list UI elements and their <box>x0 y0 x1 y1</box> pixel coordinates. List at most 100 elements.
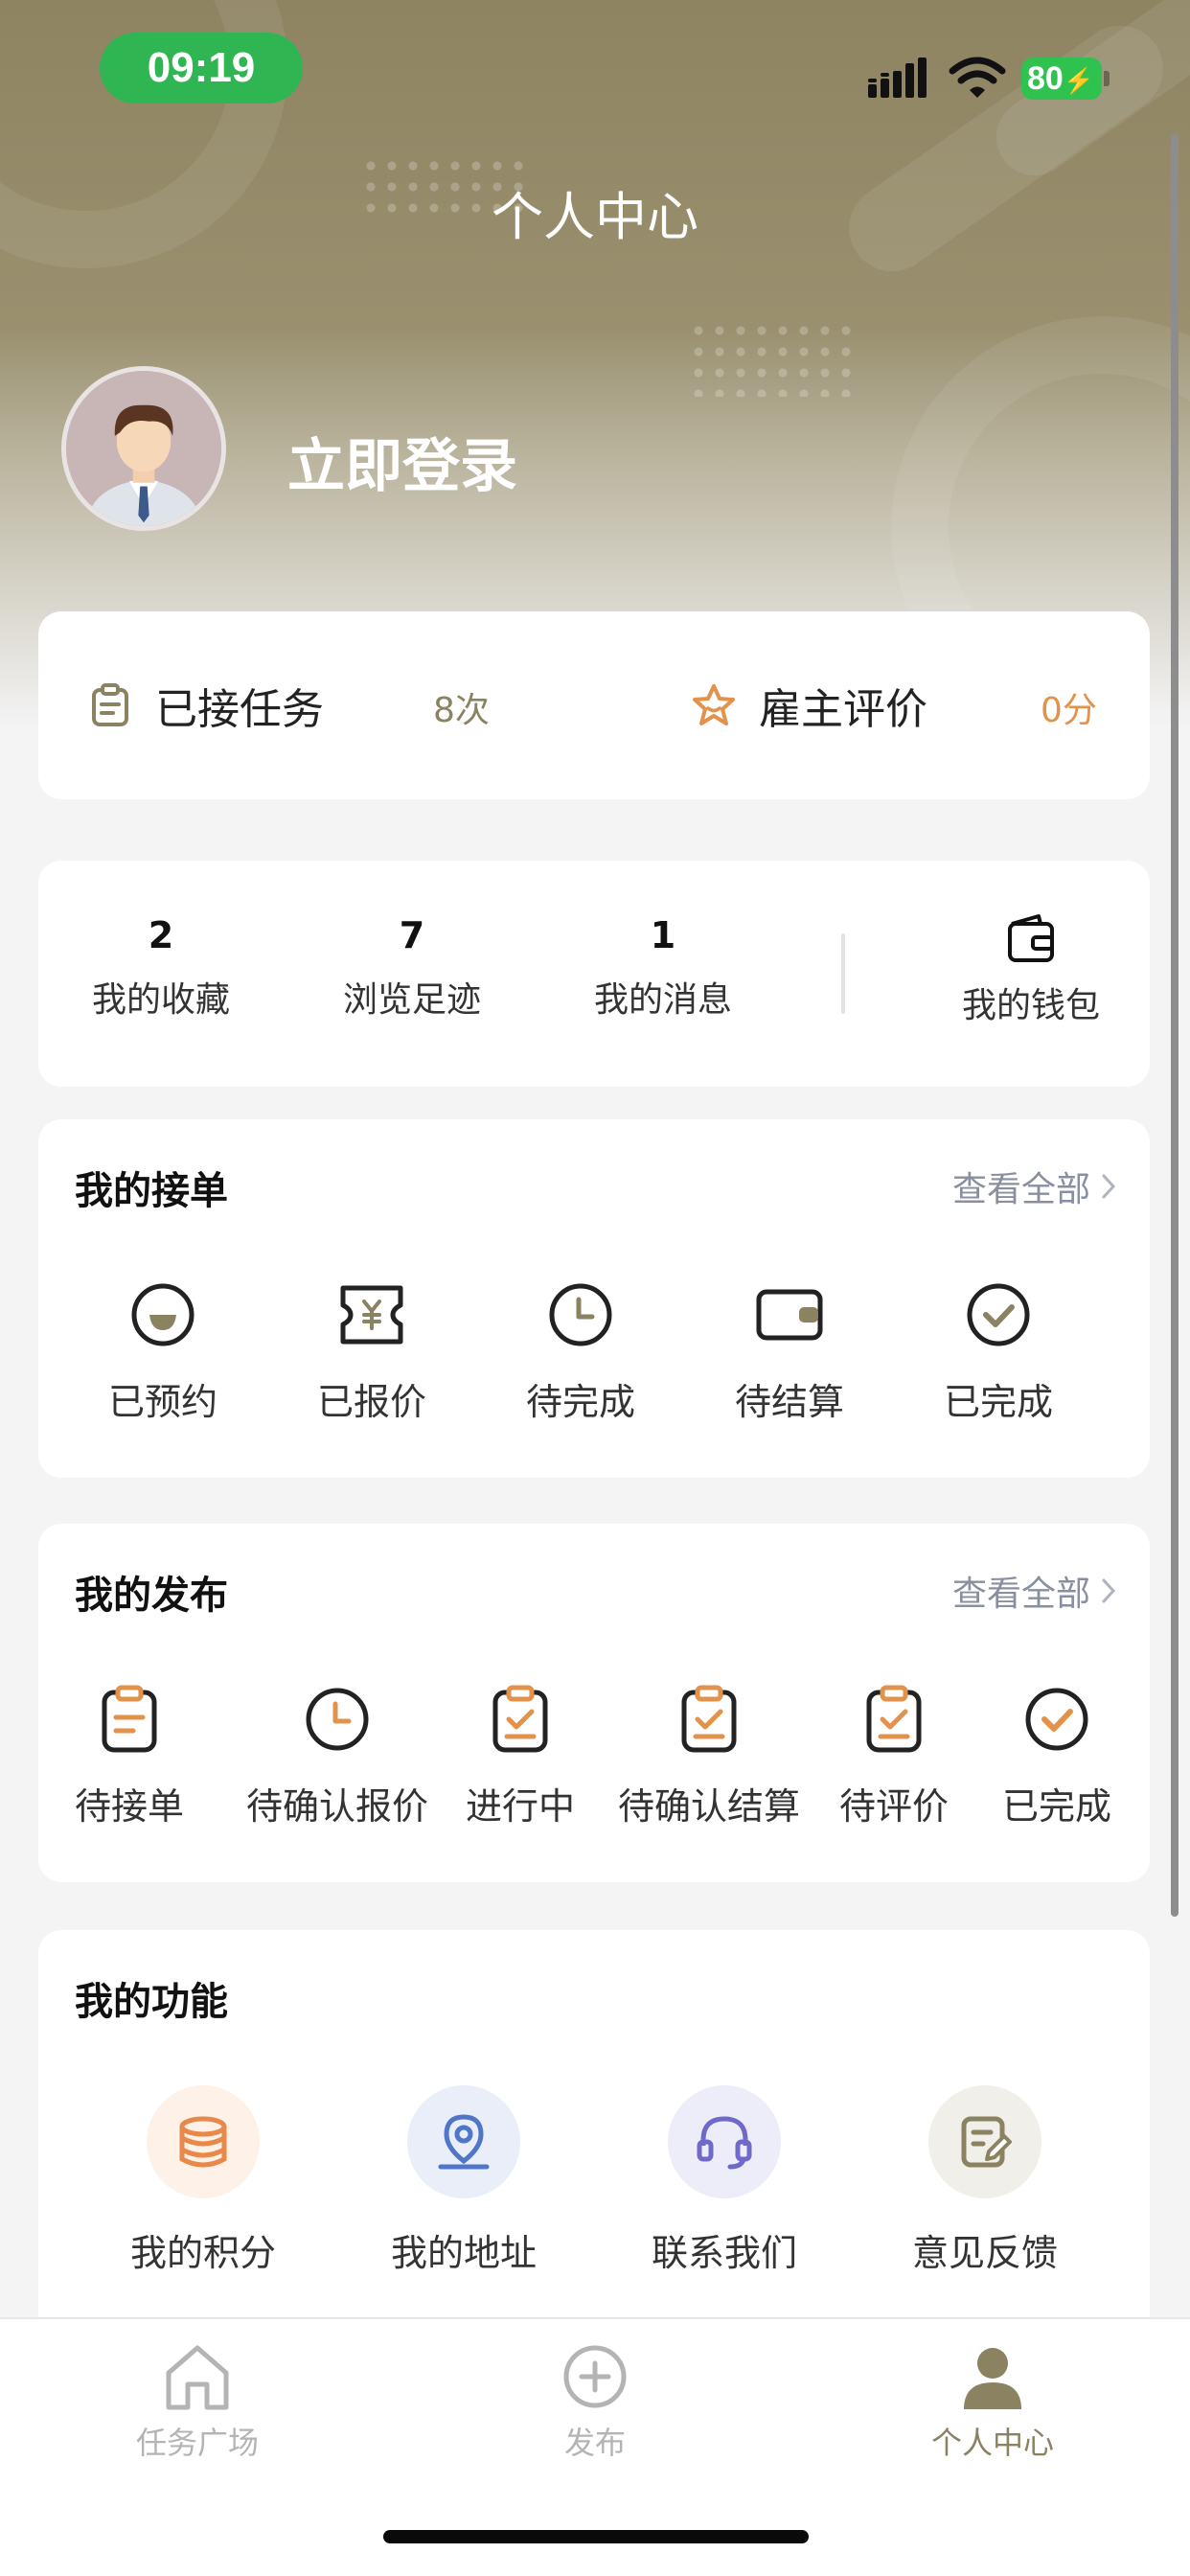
home-indicator[interactable] <box>383 2530 809 2543</box>
check-circle-icon <box>1025 1688 1088 1751</box>
cellular-signal-icon <box>868 58 927 98</box>
messages-count[interactable]: 1 我的消息 <box>567 899 759 1022</box>
avatar[interactable] <box>61 366 226 531</box>
favorites-count-label: 我的收藏 <box>91 980 230 1020</box>
tab-publish[interactable]: 发布 <box>470 2340 720 2463</box>
publish-status-label: 待确认结算 <box>617 1785 800 1828</box>
battery-indicator: 80⚡ <box>1021 56 1110 102</box>
publish-status-in-progress[interactable]: 进行中 <box>448 1683 592 1829</box>
scrollbar[interactable] <box>1171 134 1179 1917</box>
feedback-icon <box>961 2116 1012 2168</box>
user-icon <box>964 2348 1021 2409</box>
tab-label: 任务广场 <box>135 2425 259 2461</box>
battery-tip <box>1104 71 1110 86</box>
points-entry[interactable]: 我的积分 <box>88 2085 318 2276</box>
favorites-count-value: 2 <box>148 914 174 956</box>
my-functions-card: 我的功能 我的积分 我的地址 联系我们 意见反馈 <box>38 1930 1150 2352</box>
address-label: 我的地址 <box>390 2232 537 2274</box>
publish-view-all-link[interactable]: 查看全部 <box>952 1566 1117 1616</box>
feedback-label: 意见反馈 <box>911 2232 1058 2274</box>
publish-status-label: 待确认报价 <box>245 1785 428 1828</box>
clock-icon <box>549 1283 612 1346</box>
tab-label: 发布 <box>563 2425 626 2461</box>
tab-label: 个人中心 <box>930 2425 1054 2461</box>
publish-view-all-label: 查看全部 <box>951 1575 1090 1614</box>
wallet-icon <box>1008 914 1054 962</box>
star-icon <box>693 684 735 725</box>
chevron-right-icon <box>1102 1174 1116 1199</box>
points-icon-circle <box>147 2085 260 2198</box>
coins-icon <box>179 2116 227 2168</box>
messages-count-value: 1 <box>650 914 676 956</box>
default-avatar-icon <box>66 371 221 526</box>
order-status-label: 待完成 <box>525 1381 635 1423</box>
messages-count-label: 我的消息 <box>593 980 732 1020</box>
order-status-label: 已预约 <box>107 1381 217 1423</box>
wallet-icon <box>756 1289 823 1341</box>
address-icon-circle <box>407 2085 520 2198</box>
my-functions-title: 我的功能 <box>75 1980 228 2024</box>
history-count-value: 7 <box>399 914 425 956</box>
contact-entry[interactable]: 联系我们 <box>609 2085 839 2276</box>
headset-icon <box>697 2116 752 2170</box>
publish-status-confirm-settlement[interactable]: 待确认结算 <box>613 1683 805 1829</box>
page-title: 个人中心 <box>492 187 698 247</box>
order-status-settlement[interactable]: 待结算 <box>703 1278 876 1425</box>
battery-level: 80⚡ <box>1021 58 1102 100</box>
order-status-label: 已报价 <box>316 1381 426 1423</box>
plus-circle-icon <box>563 2345 627 2408</box>
tab-profile[interactable]: 个人中心 <box>868 2340 1117 2463</box>
points-label: 我的积分 <box>129 2232 276 2274</box>
clipboard-check-icon <box>492 1685 548 1753</box>
publish-status-completed[interactable]: 已完成 <box>985 1683 1129 1829</box>
wifi-icon <box>949 57 1006 98</box>
my-publish-card: 我的发布 查看全部 待接单 待确认报价 进行中 待确认结算 待评价 已完成 <box>38 1524 1150 1882</box>
tab-task-square[interactable]: 任务广场 <box>73 2340 322 2463</box>
publish-status-review[interactable]: 待评价 <box>822 1683 966 1829</box>
quote-ticket-icon <box>340 1285 403 1345</box>
orders-view-all-link[interactable]: 查看全部 <box>952 1162 1117 1211</box>
status-time: 09:19 <box>100 33 303 104</box>
order-status-pending[interactable]: 待完成 <box>494 1278 667 1425</box>
login-button[interactable]: 立即登录 <box>287 420 517 503</box>
history-count[interactable]: 7 浏览足迹 <box>316 899 508 1022</box>
publish-status-label: 待接单 <box>74 1785 184 1828</box>
chevron-right-icon <box>1102 1578 1116 1603</box>
divider <box>841 933 845 1014</box>
publish-status-label: 已完成 <box>1001 1785 1111 1828</box>
orders-view-all-label: 查看全部 <box>951 1170 1090 1209</box>
location-icon <box>438 2114 490 2170</box>
clipboard-check-icon <box>866 1685 922 1753</box>
stats-card: 已接任务 8次 雇主评价 0分 <box>38 611 1150 799</box>
counts-card: 2 我的收藏 7 浏览足迹 1 我的消息 我的钱包 <box>38 861 1150 1087</box>
my-orders-card: 我的接单 查看全部 已预约 已报价 待完成 待结算 已完成 <box>38 1119 1150 1478</box>
employer-rating-value: 0分 <box>1041 691 1097 730</box>
wallet-label: 我的钱包 <box>961 986 1100 1025</box>
publish-status-label: 待评价 <box>838 1785 949 1828</box>
feedback-entry[interactable]: 意见反馈 <box>870 2085 1100 2276</box>
my-publish-title: 我的发布 <box>75 1574 228 1618</box>
clipboard-check-icon <box>681 1685 737 1753</box>
wallet-entry[interactable]: 我的钱包 <box>926 910 1136 1027</box>
order-status-completed[interactable]: 已完成 <box>912 1278 1085 1425</box>
order-status-label: 已完成 <box>943 1381 1053 1423</box>
clipboard-list-icon <box>102 1685 157 1753</box>
clock-icon <box>306 1688 369 1751</box>
appointment-icon <box>131 1283 195 1346</box>
publish-status-confirm-quote[interactable]: 待确认报价 <box>241 1683 433 1829</box>
order-status-quoted[interactable]: 已报价 <box>286 1278 458 1425</box>
publish-status-label: 进行中 <box>465 1785 575 1828</box>
home-icon <box>166 2345 229 2410</box>
order-status-booked[interactable]: 已预约 <box>77 1278 249 1425</box>
favorites-count[interactable]: 2 我的收藏 <box>65 899 257 1022</box>
clipboard-icon <box>92 683 128 726</box>
contact-label: 联系我们 <box>651 2232 797 2274</box>
employer-rating-stat[interactable]: 雇主评价 <box>690 611 927 799</box>
decorative-dots <box>688 320 857 397</box>
address-entry[interactable]: 我的地址 <box>349 2085 579 2276</box>
publish-status-awaiting[interactable]: 待接单 <box>57 1683 201 1829</box>
accepted-tasks-stat[interactable]: 已接任务 <box>86 611 324 799</box>
accepted-tasks-label: 已接任务 <box>155 685 324 734</box>
employer-rating-label: 雇主评价 <box>759 685 927 734</box>
order-status-label: 待结算 <box>734 1381 844 1423</box>
